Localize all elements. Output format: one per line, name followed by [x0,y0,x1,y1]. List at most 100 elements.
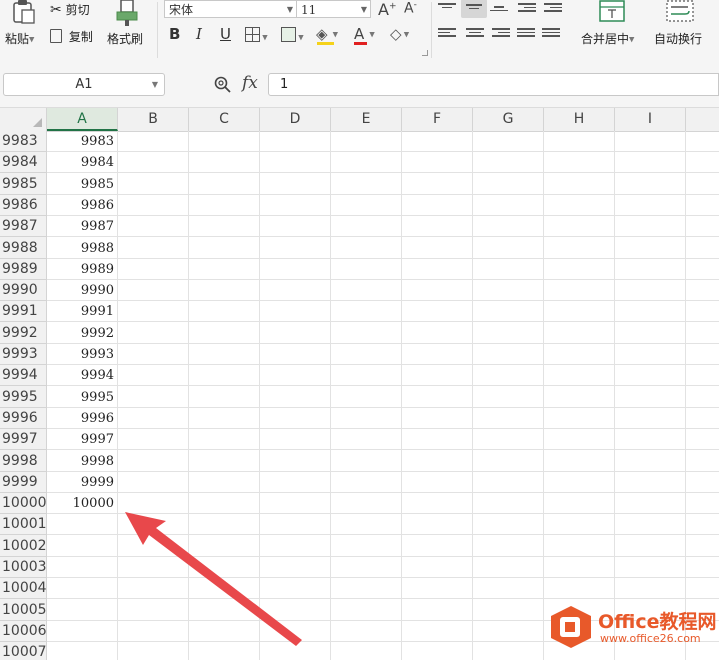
cell-a[interactable]: 9990 [47,280,118,301]
row-header[interactable]: 10005 [0,600,47,621]
row-header[interactable]: 10002 [0,536,47,557]
zoom-search-icon[interactable] [214,76,232,94]
merge-center-button[interactable]: 合并居中▼ [577,0,647,60]
fill-color-button[interactable]: ◈ ▼ [316,24,338,45]
formula-input[interactable]: 1 [268,73,719,96]
cell-a[interactable] [47,536,118,557]
clear-button[interactable]: ◇ ▼ [390,24,409,43]
cell-a[interactable]: 9993 [47,344,118,365]
bold-button[interactable]: B [169,24,180,44]
row-header[interactable]: 9995 [0,387,47,408]
cell-a[interactable]: 9986 [47,195,118,216]
row-header[interactable]: 9986 [0,195,47,216]
cell-fill-button[interactable]: ▼ [281,27,304,46]
name-box[interactable]: A1 ▼ [3,73,165,96]
formula-bar: A1 ▼ fx 1 [0,62,719,108]
increase-indent-button[interactable] [544,1,562,15]
align-middle-button[interactable] [461,0,487,18]
row-header[interactable]: 9990 [0,280,47,301]
column-header-e[interactable]: E [331,108,402,131]
cell-a[interactable]: 9997 [47,429,118,450]
row-header[interactable]: 10000 [0,493,47,514]
align-right-button[interactable] [492,26,510,40]
cell-a[interactable] [47,578,118,599]
border-icon [245,27,260,42]
format-painter-button[interactable]: 格式刷 [105,0,151,60]
align-center-button[interactable] [466,26,484,40]
copy-button[interactable]: 复制 [50,28,93,45]
paste-button[interactable]: 粘贴▼ [2,0,44,60]
column-header-a[interactable]: A [47,108,118,131]
row-header[interactable]: 9985 [0,174,47,195]
align-bottom-button[interactable] [490,4,508,18]
justify-button[interactable] [517,26,535,40]
row-header[interactable]: 9994 [0,365,47,386]
cell-a[interactable] [47,642,118,660]
cell-a[interactable] [47,514,118,535]
font-name-select[interactable]: 宋体 ▼ [164,0,297,18]
row-header[interactable]: 9984 [0,152,47,173]
increase-font-button[interactable]: A+ [378,0,397,19]
cell-a[interactable]: 9985 [47,174,118,195]
row-header[interactable]: 9991 [0,301,47,322]
row-header[interactable]: 10004 [0,578,47,599]
cell-a[interactable] [47,600,118,621]
row-header[interactable]: 10006 [0,621,47,642]
row-header[interactable]: 10007 [0,642,47,660]
cell-area[interactable]: 9983 9984 9985 9986 9987 9988 9989 9990 9991 9992… [47,131,719,660]
select-all-corner[interactable] [0,108,47,131]
row-header[interactable]: 9993 [0,344,47,365]
row-header[interactable]: 9997 [0,429,47,450]
cell-a[interactable]: 9999 [47,472,118,493]
align-top-button[interactable] [438,1,456,15]
row-header[interactable]: 9987 [0,216,47,237]
cell-a[interactable]: 9984 [47,152,118,173]
column-header-h[interactable]: H [544,108,615,131]
cut-button[interactable]: ✂ 剪切 [50,1,90,18]
wrap-text-button[interactable]: 自动换行 [650,0,715,60]
row-header[interactable]: 9998 [0,451,47,472]
cell-a[interactable]: 9998 [47,451,118,472]
column-header-b[interactable]: B [118,108,189,131]
cell-a[interactable]: 9988 [47,238,118,259]
column-header-f[interactable]: F [402,108,473,131]
row-header[interactable]: 9989 [0,259,47,280]
row-header[interactable]: 9983 [0,131,47,152]
row-header[interactable]: 10001 [0,514,47,535]
font-color-button[interactable]: A ▼ [354,24,375,45]
align-left-button[interactable] [438,26,456,40]
copy-icon [50,29,62,43]
fx-button[interactable]: fx [242,73,258,93]
copy-label: 复制 [68,30,93,44]
column-header-d[interactable]: D [260,108,331,131]
cell-a[interactable] [47,621,118,642]
row-header[interactable]: 10003 [0,557,47,578]
row-header[interactable]: 9992 [0,323,47,344]
distributed-align-button[interactable] [542,26,560,40]
row-gridline [47,534,719,535]
cell-a[interactable]: 9996 [47,408,118,429]
cell-a[interactable]: 9994 [47,365,118,386]
paste-label: 粘贴 [5,32,30,46]
row-header[interactable]: 9988 [0,238,47,259]
cell-a[interactable]: 9989 [47,259,118,280]
row-header[interactable]: 9996 [0,408,47,429]
cell-a[interactable]: 9992 [47,323,118,344]
cell-a[interactable]: 10000 [47,493,118,514]
cell-a[interactable] [47,557,118,578]
column-header-g[interactable]: G [473,108,544,131]
column-header-c[interactable]: C [189,108,260,131]
font-settings-launcher[interactable] [422,50,428,56]
decrease-indent-button[interactable] [518,1,536,15]
italic-button[interactable]: I [196,24,202,44]
border-button[interactable]: ▼ [245,27,268,46]
row-header[interactable]: 9999 [0,472,47,493]
font-size-select[interactable]: 11 ▼ [296,0,371,18]
cell-a[interactable]: 9987 [47,216,118,237]
decrease-font-button[interactable]: A- [404,0,417,17]
cell-a[interactable]: 9991 [47,301,118,322]
column-header-i[interactable]: I [615,108,686,131]
cell-a[interactable]: 9995 [47,387,118,408]
cell-a[interactable]: 9983 [47,131,118,152]
underline-button[interactable]: U [220,24,231,44]
